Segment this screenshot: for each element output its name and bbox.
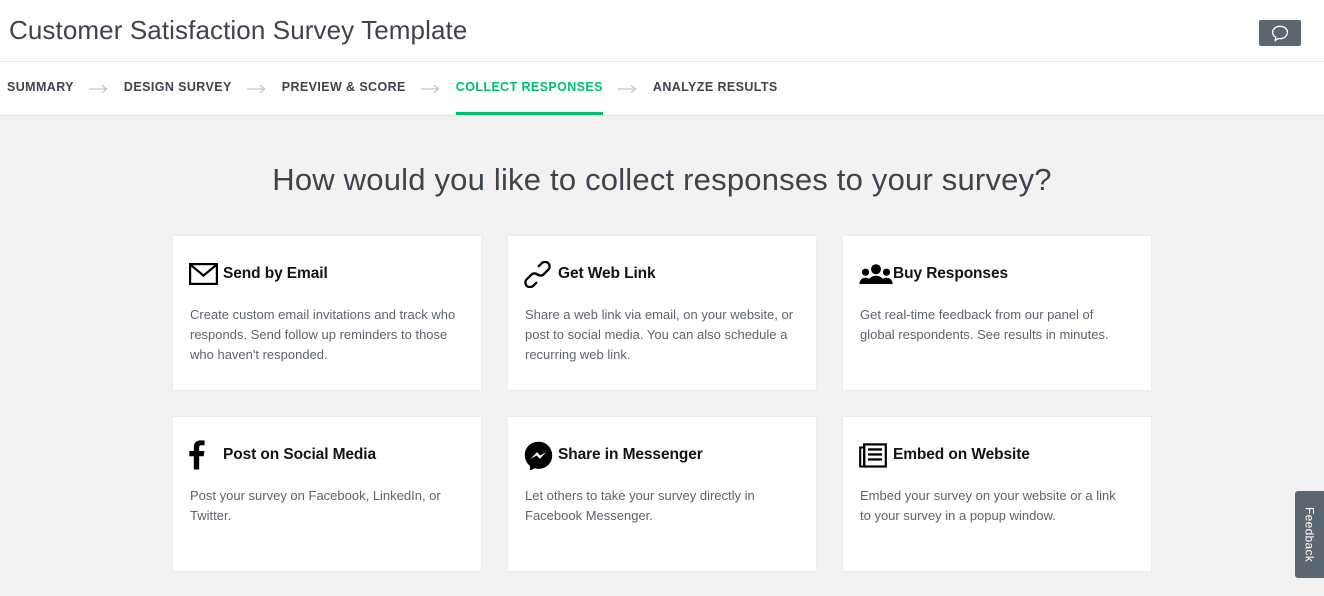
collect-options-grid: Send by Email Create custom email invita… xyxy=(172,235,1152,572)
card-title: Send by Email xyxy=(223,265,328,282)
nav-step-preview-score[interactable]: PREVIEW & SCORE xyxy=(282,62,406,115)
option-card-buy-responses[interactable]: Buy Responses Get real-time feedback fro… xyxy=(842,235,1152,391)
link-chain-icon xyxy=(524,260,558,288)
envelope-icon xyxy=(189,263,223,285)
nav-step-analyze-results[interactable]: ANALYZE RESULTS xyxy=(653,62,778,115)
option-card-post-on-social-media[interactable]: Post on Social Media Post your survey on… xyxy=(172,416,482,572)
arrow-right-icon xyxy=(74,62,124,115)
option-card-embed-on-website[interactable]: Embed on Website Embed your survey on yo… xyxy=(842,416,1152,572)
card-title: Buy Responses xyxy=(893,265,1008,282)
option-card-share-in-messenger[interactable]: Share in Messenger Let others to take yo… xyxy=(507,416,817,572)
messenger-icon xyxy=(524,441,558,470)
option-card-send-by-email[interactable]: Send by Email Create custom email invita… xyxy=(172,235,482,391)
card-header: Send by Email xyxy=(189,259,459,289)
nav-step-design-survey[interactable]: DESIGN SURVEY xyxy=(124,62,232,115)
nav-step-summary[interactable]: SUMMARY xyxy=(7,62,74,115)
card-description: Let others to take your survey directly … xyxy=(525,488,755,523)
card-title: Share in Messenger xyxy=(558,446,703,463)
card-description: Create custom email invitations and trac… xyxy=(190,307,456,362)
facebook-f-icon xyxy=(189,440,223,470)
nav-step-label: PREVIEW & SCORE xyxy=(281,80,406,95)
card-header: Share in Messenger xyxy=(524,440,794,470)
arrow-right-icon xyxy=(603,62,653,115)
nav-step-label: ANALYZE RESULTS xyxy=(652,80,778,95)
app-header: Customer Satisfaction Survey Template xyxy=(0,0,1324,62)
main-heading: How would you like to collect responses … xyxy=(272,162,1052,197)
feedback-label: Feedback xyxy=(1302,506,1317,563)
card-description: Get real-time feedback from our panel of… xyxy=(860,307,1109,342)
card-title: Embed on Website xyxy=(893,446,1030,463)
speech-bubble-icon xyxy=(1271,25,1289,42)
option-card-get-web-link[interactable]: Get Web Link Share a web link via email,… xyxy=(507,235,817,391)
nav-step-label: DESIGN SURVEY xyxy=(123,80,232,95)
page-title: Customer Satisfaction Survey Template xyxy=(9,15,468,45)
embed-window-icon xyxy=(859,442,893,468)
card-header: Get Web Link xyxy=(524,259,794,289)
card-header: Embed on Website xyxy=(859,440,1129,470)
arrow-right-icon xyxy=(232,62,282,115)
nav-step-label: COLLECT RESPONSES xyxy=(455,80,603,95)
card-header: Post on Social Media xyxy=(189,440,459,470)
main-content: How would you like to collect responses … xyxy=(0,116,1324,596)
nav-step-collect-responses[interactable]: COLLECT RESPONSES xyxy=(455,62,603,115)
card-title: Post on Social Media xyxy=(223,446,377,463)
card-description: Share a web link via email, on your webs… xyxy=(525,307,794,362)
feedback-tab[interactable]: Feedback xyxy=(1295,491,1324,578)
card-description: Embed your survey on your website or a l… xyxy=(860,488,1116,523)
card-description: Post your survey on Facebook, LinkedIn, … xyxy=(190,488,441,523)
survey-steps-nav: SUMMARY DESIGN SURVEY PREVIEW & SCORE CO… xyxy=(0,62,1324,116)
nav-step-label: SUMMARY xyxy=(7,80,74,95)
card-title: Get Web Link xyxy=(558,265,656,282)
chat-button[interactable] xyxy=(1259,20,1301,46)
arrow-right-icon xyxy=(406,62,456,115)
card-header: Buy Responses xyxy=(859,259,1129,289)
people-group-icon xyxy=(859,263,893,285)
